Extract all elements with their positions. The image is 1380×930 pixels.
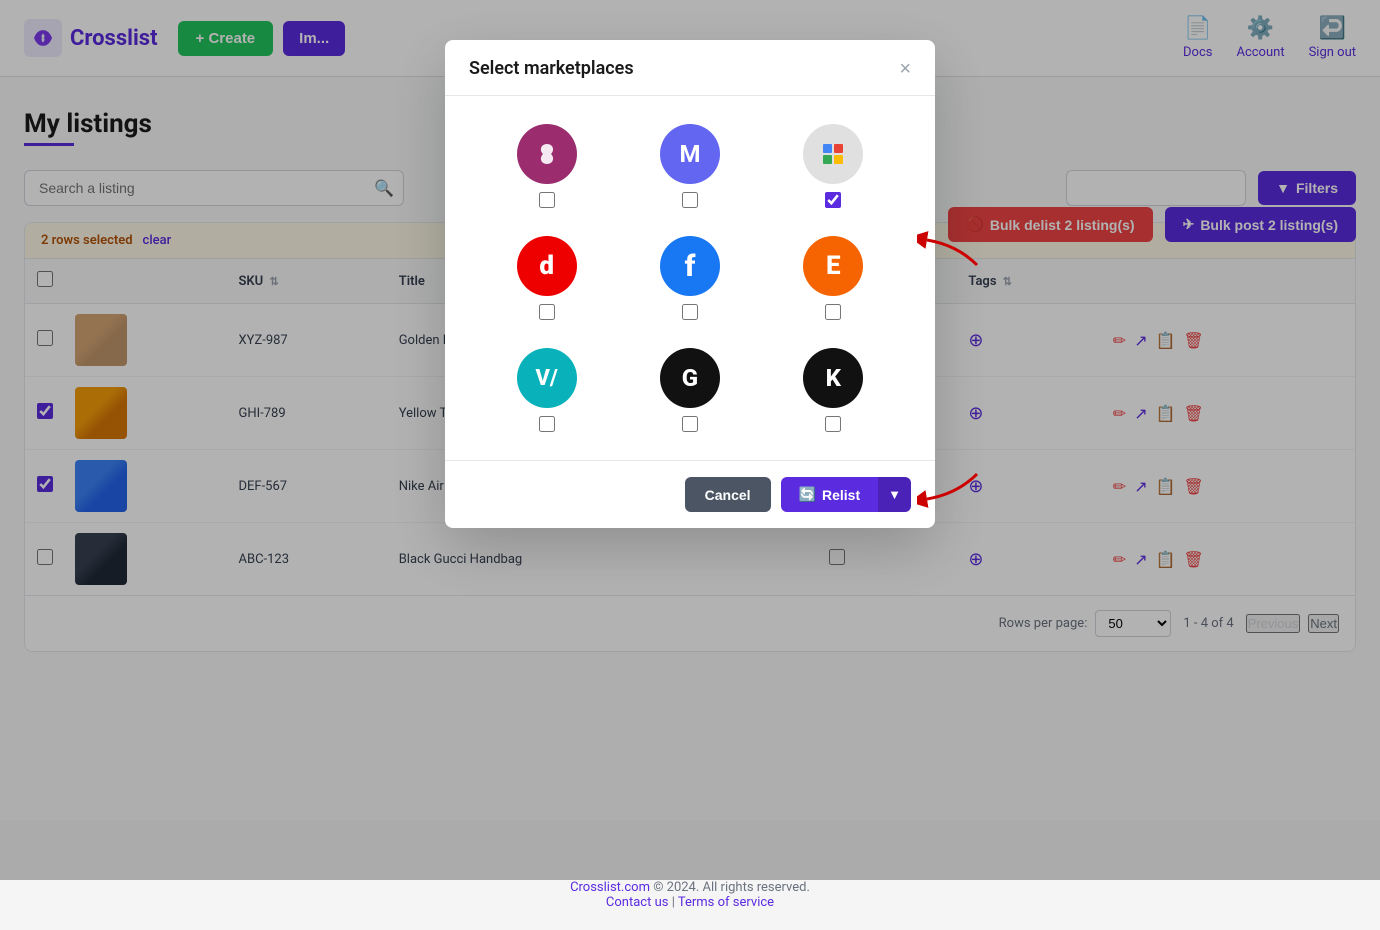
footer-copyright-text: © 2024. All rights reserved. xyxy=(653,880,810,895)
marketplace-item-mercari: M xyxy=(660,124,720,208)
marketplace-item-grailed: G xyxy=(660,348,720,432)
marketplace-item-google xyxy=(803,124,863,208)
google-checkbox[interactable] xyxy=(825,192,841,208)
depop-logo: d xyxy=(517,236,577,296)
poshmark-checkbox[interactable] xyxy=(539,192,555,208)
terms-link[interactable]: Terms of service xyxy=(678,895,774,910)
modal-overlay[interactable]: Select marketplaces × M xyxy=(0,0,1380,880)
select-marketplaces-modal: Select marketplaces × M xyxy=(445,40,935,528)
marketplace-item-depop: d xyxy=(517,236,577,320)
facebook-checkbox[interactable] xyxy=(682,304,698,320)
kidizen-checkbox[interactable] xyxy=(825,416,841,432)
mercari-logo: M xyxy=(660,124,720,184)
kidizen-logo: K xyxy=(803,348,863,408)
footer-copyright: Crosslist.com © 2024. All rights reserve… xyxy=(20,880,1360,895)
relist-icon: 🔄 xyxy=(799,486,816,503)
mercari-checkbox[interactable] xyxy=(682,192,698,208)
modal-title: Select marketplaces xyxy=(469,58,634,79)
marketplace-item-etsy: E xyxy=(803,236,863,320)
modal-body: M xyxy=(445,96,935,460)
vinted-checkbox[interactable] xyxy=(539,416,555,432)
google-logo xyxy=(803,124,863,184)
modal-footer: Cancel 🔄 Relist ▼ xyxy=(445,460,935,528)
etsy-checkbox[interactable] xyxy=(825,304,841,320)
contact-us-link[interactable]: Contact us xyxy=(606,895,669,910)
depop-checkbox[interactable] xyxy=(539,304,555,320)
relist-label: Relist xyxy=(822,487,860,503)
relist-dropdown-arrow[interactable]: ▼ xyxy=(878,477,911,512)
marketplace-item-poshmark xyxy=(517,124,577,208)
grailed-logo: G xyxy=(660,348,720,408)
marketplace-grid: M xyxy=(493,124,887,432)
poshmark-logo xyxy=(517,124,577,184)
modal-close-button[interactable]: × xyxy=(899,59,911,79)
vinted-logo: V/ xyxy=(517,348,577,408)
etsy-logo: E xyxy=(803,236,863,296)
marketplace-item-vinted: V/ xyxy=(517,348,577,432)
relist-button[interactable]: 🔄 Relist xyxy=(781,477,879,512)
marketplace-item-kidizen: K xyxy=(803,348,863,432)
marketplace-item-facebook: f xyxy=(660,236,720,320)
grailed-checkbox[interactable] xyxy=(682,416,698,432)
modal-header: Select marketplaces × xyxy=(445,40,935,96)
footer-crosslist-link[interactable]: Crosslist.com xyxy=(570,880,650,895)
cancel-button[interactable]: Cancel xyxy=(685,477,771,512)
relist-button-group: 🔄 Relist ▼ xyxy=(781,477,911,512)
footer-links: Contact us | Terms of service xyxy=(20,895,1360,910)
facebook-logo: f xyxy=(660,236,720,296)
